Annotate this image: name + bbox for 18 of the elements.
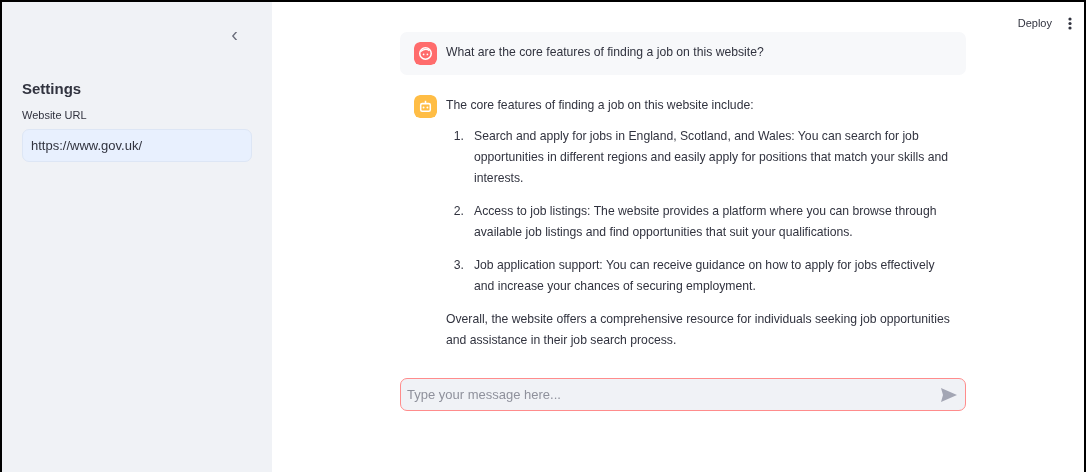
message-text: What are the core features of finding a job on this website?	[446, 44, 765, 61]
deploy-button[interactable]: Deploy	[1017, 17, 1052, 29]
message-text: The core features of finding a job on this website include:	[446, 97, 755, 114]
user-avatar-icon	[414, 42, 437, 65]
message-text: Overall, the website offers a comprehensive resource for individuals seeking job opportunities and assistance in their job search process.	[446, 311, 951, 349]
list-item-text: Access to job listings: The website provides a platform where you can browse through available job listings and find opportunities that suit your qualifications.	[474, 203, 938, 241]
chat-input-field[interactable]: Type your message here...	[400, 378, 966, 411]
list-number: 2.	[452, 203, 464, 220]
list-number: 3.	[452, 257, 464, 274]
list-item-text: Job application support: You can receive guidance on how to apply for jobs effectively and increase your chances of securing employment.	[474, 257, 936, 295]
list-number: 1.	[452, 128, 464, 145]
field-label: Website URL	[22, 109, 88, 121]
more-menu-icon[interactable]	[1068, 16, 1072, 30]
list-item-text: Search and apply for jobs in England, Scotland, and Wales: You can search for job opportunities in different regions and easily apply for positions that match your skills and interests.	[474, 128, 949, 187]
robot-avatar-icon	[414, 95, 437, 118]
collapse-sidebar-button[interactable]: ‹	[227, 26, 242, 42]
url-field[interactable]: https://www.gov.uk/	[22, 129, 252, 162]
sidebar-title: Settings	[22, 80, 83, 97]
